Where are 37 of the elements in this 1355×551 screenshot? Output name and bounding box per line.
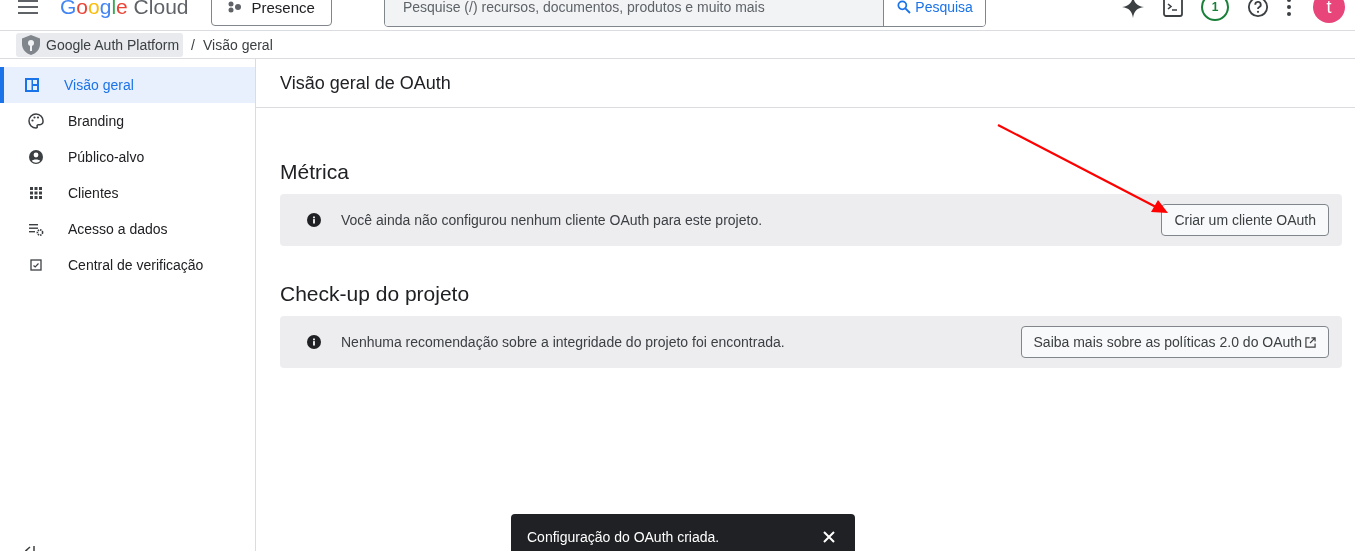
breadcrumb-current: Visão geral [202,36,273,53]
sidebar-item[interactable]: Visão geral [0,67,255,103]
external-link-button[interactable]: Saiba mais sobre as políticas 2.0 do OAuth [1020,326,1329,358]
sidebar-item[interactable]: Público-alvo [0,139,255,175]
banner-message: Você ainda não configurou nenhum cliente OAuth para este projeto. [341,212,764,228]
external-link-icon [1305,336,1316,348]
project-picker[interactable]: Presence [210,0,332,26]
help-icon[interactable] [1247,0,1269,18]
list-settings-icon [28,221,44,237]
menu-icon[interactable] [18,0,38,15]
avatar[interactable]: t [1313,0,1345,23]
snackbar-message: Configuração do OAuth criada. [527,529,720,545]
banner-message: Nenhuma recomendação sobre a integridade do projeto foi encontrada. [341,334,786,350]
section-heading: Métrica [280,160,350,184]
person-icon [28,149,44,165]
info-icon [307,213,321,227]
grid-icon [28,185,44,201]
section-heading: Check-up do projeto [280,282,471,306]
checkbox-icon [28,257,44,273]
more-icon[interactable] [1287,0,1291,16]
action-button[interactable]: Criar um cliente OAuth [1161,204,1329,236]
shield-icon [22,34,40,55]
terminal-icon[interactable] [1163,0,1183,17]
breadcrumb-separator: / [191,36,195,53]
sidebar-item[interactable]: Acesso a dados [0,211,255,247]
project-icon [227,1,242,13]
info-icon [307,335,321,349]
dashboard-icon [24,77,40,93]
sidebar-item[interactable]: Branding [0,103,255,139]
sparkle-icon[interactable] [1121,0,1145,19]
close-icon[interactable] [823,531,835,543]
notification-badge[interactable]: 1 [1201,0,1229,21]
sidebar-item[interactable]: Clientes [0,175,255,211]
sidebar-item[interactable]: Central de verificação [0,247,255,283]
breadcrumb-link[interactable]: Google Auth Platform [16,32,184,57]
palette-icon [28,113,44,129]
page-title: Visão geral de OAuth [256,59,1355,108]
